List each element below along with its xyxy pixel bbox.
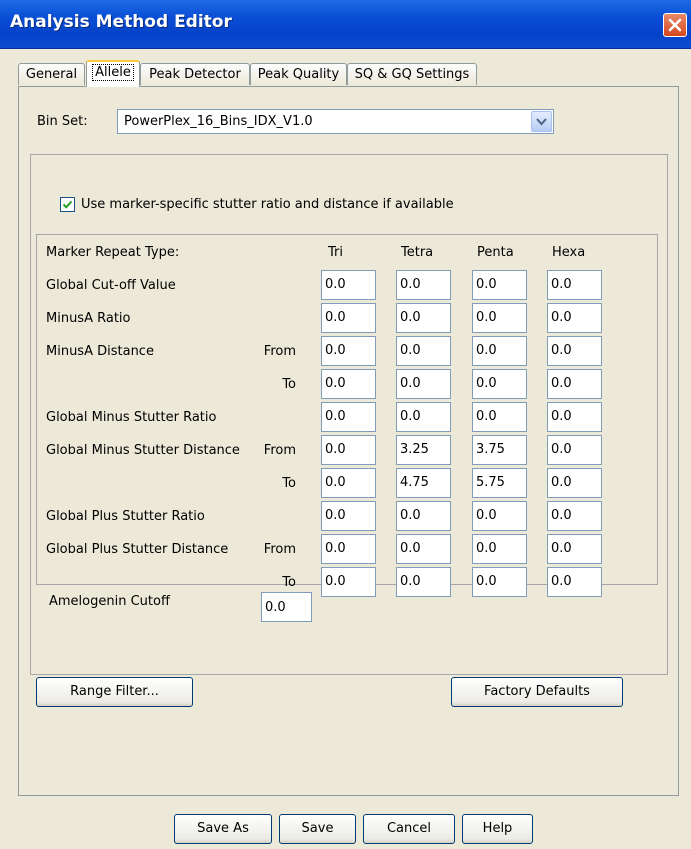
column-header-tri: Tri [328, 245, 343, 260]
bin-set-label: Bin Set: [37, 114, 88, 129]
dropdown-button[interactable] [531, 111, 552, 132]
tetra-input[interactable]: 0.0 [396, 336, 451, 366]
cancel-button[interactable]: Cancel [363, 814, 455, 844]
hexa-input[interactable]: 0.0 [547, 402, 602, 432]
column-header-penta: Penta [477, 245, 514, 260]
range-filter-button[interactable]: Range Filter... [36, 677, 193, 707]
save-as-button[interactable]: Save As [174, 814, 272, 844]
chevron-down-icon [536, 118, 547, 126]
help-button[interactable]: Help [462, 814, 533, 844]
checkmark-icon [62, 200, 73, 209]
tri-input[interactable]: 0.0 [321, 270, 376, 300]
to-label: To [282, 377, 296, 392]
stutter-settings-group: Use marker-specific stutter ratio and di… [30, 154, 668, 675]
hexa-input[interactable]: 0.0 [547, 501, 602, 531]
tri-input[interactable]: 0.0 [321, 402, 376, 432]
title-bar: Analysis Method Editor [0, 0, 691, 49]
bin-set-dropdown[interactable]: PowerPlex_16_Bins_IDX_V1.0 [117, 109, 554, 134]
hexa-input[interactable]: 0.0 [547, 303, 602, 333]
hexa-input[interactable]: 0.0 [547, 435, 602, 465]
tab-peak-quality[interactable]: Peak Quality [250, 63, 347, 85]
tri-input[interactable]: 0.0 [321, 369, 376, 399]
penta-input[interactable]: 0.0 [472, 534, 527, 564]
penta-input[interactable]: 0.0 [472, 567, 527, 597]
row-label: MinusA Ratio [46, 311, 131, 326]
marker-specific-label: Use marker-specific stutter ratio and di… [81, 197, 454, 212]
row-label: Global Minus Stutter Ratio [46, 410, 217, 425]
hexa-input[interactable]: 0.0 [547, 336, 602, 366]
tetra-input[interactable]: 0.0 [396, 501, 451, 531]
marker-specific-checkbox[interactable] [60, 197, 75, 212]
tetra-input[interactable]: 0.0 [396, 270, 451, 300]
tri-input[interactable]: 0.0 [321, 468, 376, 498]
analysis-method-editor-window: Analysis Method Editor General Allele Pe… [0, 0, 691, 849]
tab-general[interactable]: General [18, 63, 85, 85]
bin-set-value: PowerPlex_16_Bins_IDX_V1.0 [124, 114, 313, 129]
penta-input[interactable]: 0.0 [472, 402, 527, 432]
save-button[interactable]: Save [279, 814, 356, 844]
penta-input[interactable]: 3.75 [472, 435, 527, 465]
amelogenin-cutoff-input[interactable]: 0.0 [261, 592, 312, 622]
stutter-grid: Marker Repeat Type: Tri Tetra Penta Hexa… [36, 234, 658, 597]
tab-sq-gq-settings[interactable]: SQ & GQ Settings [347, 63, 477, 85]
tab-allele[interactable]: Allele [86, 60, 140, 87]
tetra-input[interactable]: 0.0 [396, 303, 451, 333]
hexa-input[interactable]: 0.0 [547, 567, 602, 597]
hexa-input[interactable]: 0.0 [547, 369, 602, 399]
from-label: From [263, 542, 296, 557]
row-label: Global Plus Stutter Distance [46, 542, 229, 557]
to-label: To [282, 476, 296, 491]
tri-input[interactable]: 0.0 [321, 336, 376, 366]
hexa-input[interactable]: 0.0 [547, 270, 602, 300]
row-label: Global Minus Stutter Distance [46, 443, 240, 458]
penta-input[interactable]: 0.0 [472, 303, 527, 333]
to-label: To [282, 575, 296, 590]
tri-input[interactable]: 0.0 [321, 501, 376, 531]
tetra-input[interactable]: 0.0 [396, 402, 451, 432]
penta-input[interactable]: 0.0 [472, 270, 527, 300]
tri-input[interactable]: 0.0 [321, 567, 376, 597]
column-header-hexa: Hexa [552, 245, 586, 260]
from-label: From [263, 344, 296, 359]
close-icon [668, 18, 682, 32]
factory-defaults-button[interactable]: Factory Defaults [451, 677, 623, 707]
tab-peak-detector[interactable]: Peak Detector [140, 63, 250, 85]
tri-input[interactable]: 0.0 [321, 435, 376, 465]
penta-input[interactable]: 0.0 [472, 336, 527, 366]
hexa-input[interactable]: 0.0 [547, 468, 602, 498]
marker-repeat-type-label: Marker Repeat Type: [46, 245, 180, 260]
tetra-input[interactable]: 0.0 [396, 369, 451, 399]
hexa-input[interactable]: 0.0 [547, 534, 602, 564]
from-label: From [263, 443, 296, 458]
row-label: Global Plus Stutter Ratio [46, 509, 205, 524]
tetra-input[interactable]: 0.0 [396, 567, 451, 597]
amelogenin-cutoff-label: Amelogenin Cutoff [49, 594, 170, 609]
window-title: Analysis Method Editor [10, 12, 232, 32]
tetra-input[interactable]: 0.0 [396, 534, 451, 564]
penta-input[interactable]: 5.75 [472, 468, 527, 498]
penta-input[interactable]: 0.0 [472, 369, 527, 399]
column-header-tetra: Tetra [401, 245, 434, 260]
close-button[interactable] [663, 13, 687, 37]
tetra-input[interactable]: 4.75 [396, 468, 451, 498]
tri-input[interactable]: 0.0 [321, 534, 376, 564]
tri-input[interactable]: 0.0 [321, 303, 376, 333]
bin-set-row: Bin Set: PowerPlex_16_Bins_IDX_V1.0 [19, 87, 678, 148]
row-label: MinusA Distance [46, 344, 154, 359]
row-label: Global Cut-off Value [46, 278, 176, 293]
tetra-input[interactable]: 3.25 [396, 435, 451, 465]
penta-input[interactable]: 0.0 [472, 501, 527, 531]
allele-tab-panel: Bin Set: PowerPlex_16_Bins_IDX_V1.0 Use … [18, 86, 679, 796]
